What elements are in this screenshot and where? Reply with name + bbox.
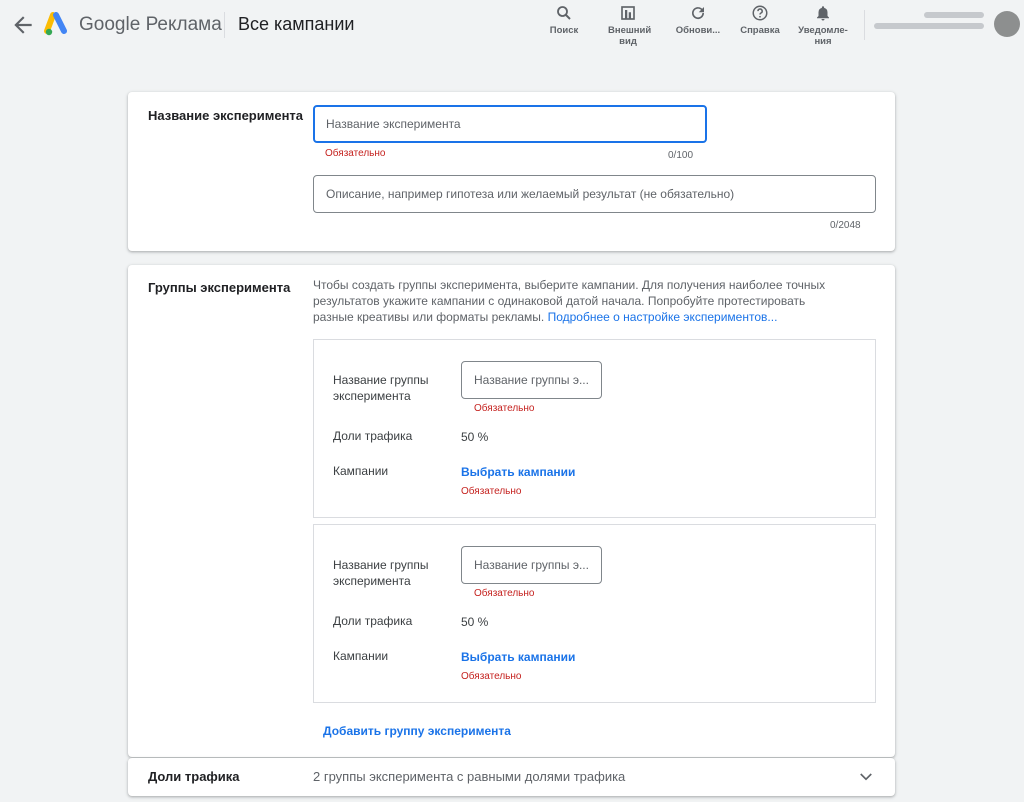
group-name-input[interactable]: Название группы э... [461, 361, 602, 399]
group-name-required: Обязательно [474, 403, 535, 414]
refresh-tool-label: Обнови... [675, 25, 721, 36]
search-icon [557, 6, 571, 20]
chevron-down-icon[interactable] [857, 768, 875, 786]
search-tool-label: Поиск [549, 25, 579, 36]
bell-icon [817, 6, 829, 21]
back-arrow-icon[interactable] [10, 12, 36, 38]
group-name-required: Обязательно [474, 588, 535, 599]
help-tool-button[interactable]: Справка [730, 4, 790, 36]
experiment-name-label: Название эксперимента [148, 108, 304, 123]
experiment-name-card: Название эксперимента Название экспериме… [128, 92, 895, 251]
traffic-share-value: 50 % [461, 615, 489, 629]
brand-product: Реклама [145, 14, 222, 35]
description-placeholder: Описание, например гипотеза или желаемый… [326, 187, 735, 201]
group-name-placeholder: Название группы э... [474, 558, 589, 572]
account-email-blurred [874, 23, 984, 29]
traffic-split-summary: 2 группы эксперимента с равными долями т… [313, 769, 626, 784]
group-name-placeholder: Название группы э... [474, 373, 589, 387]
avatar[interactable] [994, 11, 1020, 37]
group-name-input[interactable]: Название группы э... [461, 546, 602, 584]
help-icon [752, 5, 768, 21]
experiment-name-counter: 0/100 [668, 150, 694, 161]
page-title: Все кампании [238, 14, 355, 34]
experiment-name-placeholder: Название эксперимента [326, 117, 461, 131]
add-experiment-group-link[interactable]: Добавить группу эксперимента [323, 724, 511, 738]
traffic-share-label: Доли трафика [333, 614, 413, 628]
experiment-groups-card: Группы эксперимента Чтобы создать группы… [128, 265, 895, 757]
experiment-groups-description: Чтобы создать группы эксперимента, выбер… [313, 277, 833, 325]
description-counter: 0/2048 [830, 220, 861, 231]
group-name-label: Название группы эксперимента [333, 558, 429, 588]
group-name-label: Название группы эксперимента [333, 373, 429, 403]
experiment-groups-label: Группы эксперимента [148, 280, 291, 295]
learn-more-link[interactable]: Подробнее о настройке экспериментов... [548, 310, 778, 324]
appearance-tool-label: Внешний вид [608, 25, 652, 47]
brand-google: Google [79, 14, 141, 35]
traffic-share-value: 50 % [461, 430, 489, 444]
experiment-group-1: Название группы эксперимента Название гр… [313, 339, 876, 518]
appearance-icon [621, 6, 635, 20]
account-name-blurred [924, 12, 984, 18]
description-input[interactable]: Описание, например гипотеза или желаемый… [313, 175, 876, 213]
help-tool-label: Справка [740, 25, 780, 36]
campaigns-required: Обязательно [461, 671, 522, 682]
notifications-tool-button[interactable]: Уведомле-ния [793, 4, 853, 47]
experiment-group-2: Название группы эксперимента Название гр… [313, 524, 876, 703]
header-divider [224, 12, 225, 38]
account-divider [864, 10, 865, 40]
campaigns-label: Кампании [333, 649, 389, 663]
search-tool-button[interactable]: Поиск [534, 4, 594, 36]
select-campaigns-link[interactable]: Выбрать кампании [461, 465, 575, 479]
account-info[interactable] [874, 12, 986, 34]
brand-name: Google Реклама [79, 14, 222, 36]
campaigns-label: Кампании [333, 464, 389, 478]
campaigns-required: Обязательно [461, 486, 522, 497]
refresh-tool-button[interactable]: Обнови... [668, 4, 728, 36]
traffic-split-label: Доли трафика [148, 769, 240, 784]
traffic-split-card[interactable]: Доли трафика 2 группы эксперимента с рав… [128, 758, 895, 796]
notifications-tool-label: Уведомле-ния [798, 25, 848, 47]
refresh-icon [692, 7, 705, 20]
appearance-tool-button[interactable]: Внешний вид [598, 4, 658, 47]
top-bar: Google Реклама Все кампании Поиск Внешни… [0, 0, 1024, 50]
select-campaigns-link[interactable]: Выбрать кампании [461, 650, 575, 664]
google-ads-logo-icon [44, 12, 67, 36]
traffic-share-label: Доли трафика [333, 429, 413, 443]
experiment-name-input[interactable]: Название эксперимента [313, 105, 707, 143]
experiment-name-required: Обязательно [325, 148, 386, 159]
